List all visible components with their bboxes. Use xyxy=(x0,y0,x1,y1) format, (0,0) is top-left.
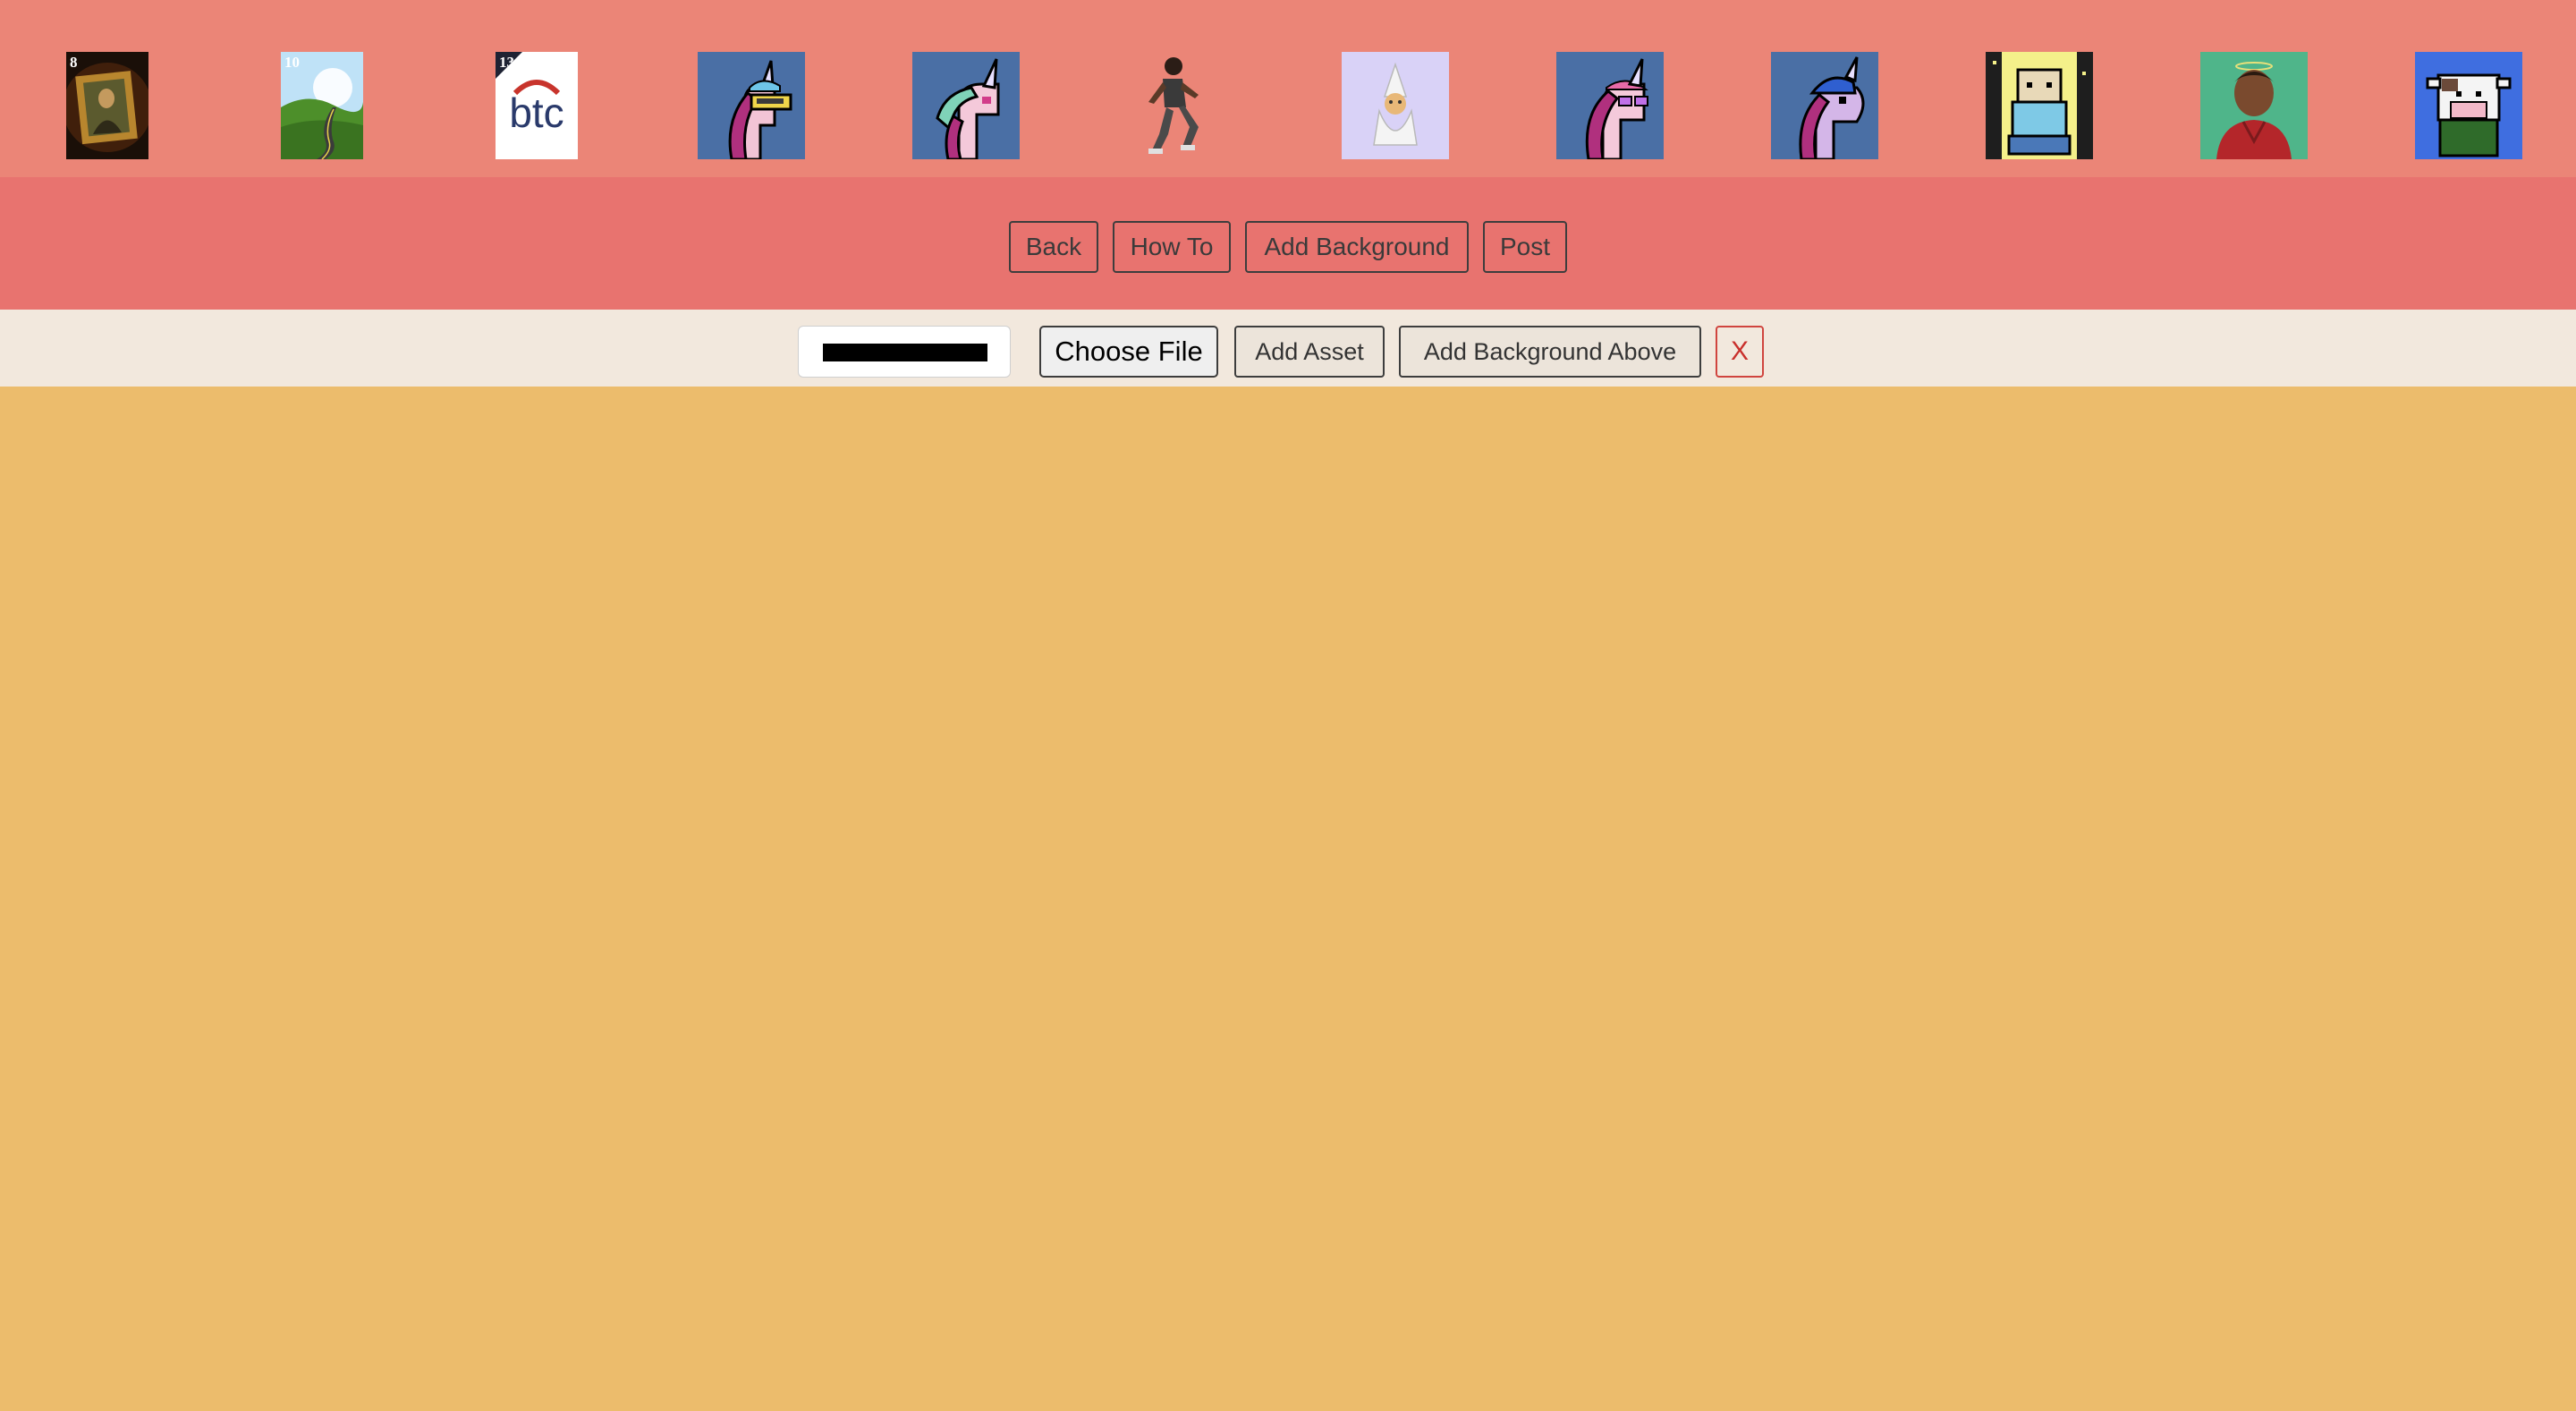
add-background-above-button[interactable]: Add Background Above xyxy=(1399,326,1701,378)
sparkle-character-thumbnail[interactable] xyxy=(1986,52,2093,159)
thumbnail-badge: 10 xyxy=(284,54,300,71)
editor-canvas[interactable] xyxy=(0,387,2576,1411)
back-button[interactable]: Back xyxy=(1009,221,1098,273)
pixel-cow-image xyxy=(2415,52,2522,159)
landscape-road-thumbnail[interactable]: 10 xyxy=(281,52,363,159)
post-button[interactable]: Post xyxy=(1483,221,1567,273)
halo-portrait-thumbnail[interactable] xyxy=(2200,52,2308,159)
unicorn-blue-cap-image xyxy=(1771,52,1878,159)
running-figure-thumbnail[interactable] xyxy=(1127,52,1216,159)
white-wizard-thumbnail[interactable] xyxy=(1342,52,1449,159)
unicorn-blue-cap-thumbnail[interactable] xyxy=(1771,52,1878,159)
btc-logo-thumbnail[interactable]: btc 13 xyxy=(496,52,578,159)
thumbnail-badge: 13 xyxy=(499,54,514,71)
add-background-button[interactable]: Add Background xyxy=(1245,221,1469,273)
color-picker-input[interactable] xyxy=(798,326,1011,378)
pixel-cow-thumbnail[interactable] xyxy=(2415,52,2522,159)
thumbnail-badge: 8 xyxy=(70,54,78,71)
unicorn-sunglasses-image xyxy=(1556,52,1664,159)
sparkle-character-image xyxy=(1986,52,2093,159)
add-asset-button[interactable]: Add Asset xyxy=(1234,326,1385,378)
unicorn-sunglasses-thumbnail[interactable] xyxy=(1556,52,1664,159)
white-wizard-image xyxy=(1342,52,1449,159)
mona-lisa-frame-thumbnail[interactable]: 8 xyxy=(66,52,148,159)
running-figure-image xyxy=(1127,52,1216,159)
close-upload-button[interactable]: X xyxy=(1716,326,1764,378)
unicorn-mint-mane-thumbnail[interactable] xyxy=(912,52,1020,159)
asset-gallery: 8 10 btc 13 xyxy=(0,0,2576,177)
unicorn-mint-mane-image xyxy=(912,52,1020,159)
how-to-button[interactable]: How To xyxy=(1113,221,1231,273)
unicorn-visor-thumbnail[interactable] xyxy=(698,52,805,159)
choose-file-button[interactable]: Choose File xyxy=(1039,326,1218,378)
halo-portrait-image xyxy=(2200,52,2308,159)
btc-logo-text: btc xyxy=(509,89,564,136)
color-swatch xyxy=(823,344,987,361)
mona-lisa-frame-image xyxy=(66,52,148,159)
unicorn-visor-image xyxy=(698,52,805,159)
